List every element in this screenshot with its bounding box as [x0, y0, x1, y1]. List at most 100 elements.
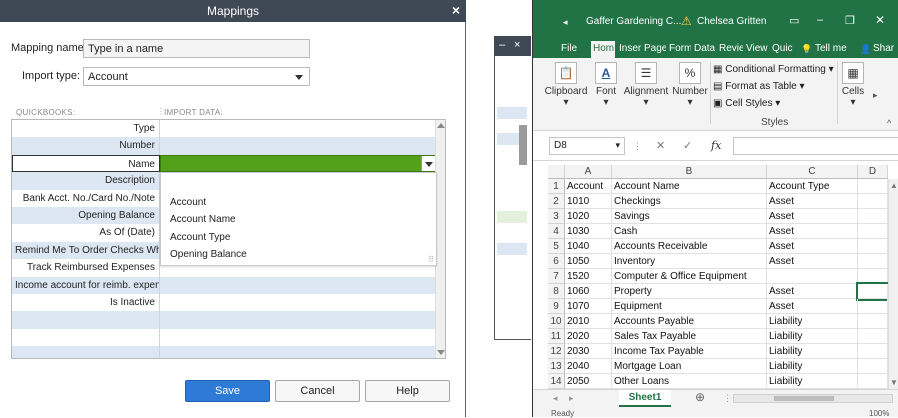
active-cell[interactable] — [856, 282, 890, 301]
mapping-row[interactable]: Income account for reimb. expen... — [12, 276, 436, 294]
import-cell[interactable] — [160, 346, 436, 358]
sheet-tab[interactable]: Sheet1 — [619, 390, 671, 407]
mapping-row[interactable]: Number — [12, 137, 436, 155]
row-header[interactable]: 4 — [548, 224, 565, 239]
mapping-row[interactable] — [12, 311, 436, 329]
import-cell[interactable] — [160, 277, 436, 294]
sheet-vertical-scrollbar[interactable]: ▲ ▼ — [888, 179, 898, 389]
row-header[interactable]: 6 — [548, 254, 565, 269]
tab-file[interactable]: File — [561, 41, 577, 58]
conditional-formatting-button[interactable]: ▦ Conditional Formatting ▾ — [713, 64, 834, 75]
minimize-icon[interactable]: – — [817, 14, 823, 26]
scroll-down-icon[interactable]: ▼ — [890, 378, 898, 387]
scroll-down-icon[interactable] — [437, 350, 445, 355]
import-cell-select[interactable] — [160, 154, 436, 173]
tab-data[interactable]: Data — [694, 41, 716, 58]
cancel-icon[interactable]: ✕ — [656, 139, 665, 152]
ribbon-display-icon[interactable]: ▭ — [789, 14, 799, 27]
function-icon[interactable]: fx — [711, 139, 721, 152]
sheet-cell[interactable]: Inventory — [612, 254, 767, 269]
tab-insert[interactable]: Inser — [619, 41, 641, 58]
sheet-cell[interactable] — [858, 179, 888, 194]
import-cell[interactable] — [160, 120, 436, 137]
sheet-cell[interactable]: 2050 — [565, 374, 612, 389]
sheet-cell[interactable]: Income Tax Payable — [612, 344, 767, 359]
sheet-cell[interactable]: Equipment — [612, 299, 767, 314]
row-header[interactable]: 1 — [548, 179, 565, 194]
tab-page-layout[interactable]: Page — [644, 41, 666, 58]
sheet-cell[interactable]: Savings — [612, 209, 767, 224]
font-group[interactable]: A Font ▾ — [591, 58, 621, 131]
close-icon[interactable]: × — [452, 2, 460, 18]
dropdown-option[interactable]: Account Type — [170, 232, 230, 243]
column-header[interactable]: A — [565, 165, 612, 179]
sheet-cell[interactable] — [858, 269, 888, 284]
sheet-cell[interactable]: 2010 — [565, 314, 612, 329]
sheet-cell[interactable] — [858, 299, 888, 314]
share-button[interactable]: Shar — [873, 41, 898, 58]
restore-icon[interactable]: ❐ — [845, 14, 855, 27]
row-header[interactable]: 12 — [548, 344, 565, 359]
sheet-cell[interactable]: 2020 — [565, 329, 612, 344]
sheet-cell[interactable] — [858, 224, 888, 239]
row-header[interactable]: 10 — [548, 314, 565, 329]
sheet-cell[interactable]: 1030 — [565, 224, 612, 239]
sheet-cell[interactable]: Asset — [767, 284, 858, 299]
row-header[interactable]: 3 — [548, 209, 565, 224]
formula-input[interactable] — [733, 137, 898, 155]
sheet-cell[interactable]: 1060 — [565, 284, 612, 299]
row-header[interactable]: 11 — [548, 329, 565, 344]
cell-styles-button[interactable]: ▣ Cell Styles ▾ — [713, 98, 780, 109]
sheet-cell[interactable]: Account Name — [612, 179, 767, 194]
sheet-cell[interactable]: 1020 — [565, 209, 612, 224]
sheet-cell[interactable]: Liability — [767, 359, 858, 374]
excel-titlebar[interactable]: ◂ Gaffer Gardening C... ⚠ Chelsea Gritte… — [533, 0, 898, 40]
sheet-cell[interactable]: Account Type — [767, 179, 858, 194]
sheet-cell[interactable]: Asset — [767, 194, 858, 209]
tab-home[interactable]: Hom — [591, 41, 615, 58]
row-header[interactable]: 8 — [548, 284, 565, 299]
sheet-cell[interactable]: 1010 — [565, 194, 612, 209]
tab-view[interactable]: View — [746, 41, 770, 58]
row-header[interactable]: 5 — [548, 239, 565, 254]
sheet-cell[interactable]: Accounts Payable — [612, 314, 767, 329]
dropdown-option[interactable]: Account — [170, 197, 206, 208]
enter-icon[interactable]: ✓ — [683, 139, 692, 152]
help-button[interactable]: Help — [365, 380, 450, 402]
row-header[interactable]: 14 — [548, 374, 565, 389]
clipboard-group[interactable]: 📋 Clipboard ▾ — [543, 58, 589, 131]
sheet-cell[interactable]: 1040 — [565, 239, 612, 254]
sheet-cell[interactable]: Asset — [767, 254, 858, 269]
column-header[interactable]: D — [858, 165, 888, 179]
sheet-cell[interactable]: Property — [612, 284, 767, 299]
save-button[interactable]: Save — [185, 380, 270, 402]
sheet-cell[interactable] — [858, 329, 888, 344]
row-header[interactable]: 7 — [548, 269, 565, 284]
sheet-cell[interactable]: Mortgage Loan — [612, 359, 767, 374]
sheet-cell[interactable] — [858, 194, 888, 209]
sheet-cell[interactable] — [858, 374, 888, 389]
tab-quickbooks[interactable]: Quic — [772, 41, 794, 58]
sheet-cell[interactable] — [858, 314, 888, 329]
dropdown-option[interactable]: Opening Balance — [170, 249, 247, 260]
cells-group[interactable]: ▦ Cells ▾ — [839, 58, 867, 131]
close-icon[interactable]: × — [514, 39, 520, 51]
import-type-select[interactable]: Account — [83, 67, 310, 86]
import-cell[interactable] — [160, 294, 436, 311]
mapping-row[interactable]: Is Inactive — [12, 294, 436, 312]
add-sheet-icon[interactable]: ⊕ — [695, 390, 705, 404]
sheet-cell[interactable] — [858, 239, 888, 254]
sheet-cell[interactable]: Computer & Office Equipment — [612, 269, 767, 284]
import-cell[interactable] — [160, 311, 436, 328]
sheet-cell[interactable]: Asset — [767, 239, 858, 254]
import-cell[interactable] — [160, 329, 436, 346]
dialog-titlebar[interactable]: Mappings × — [0, 0, 466, 22]
mapping-row[interactable] — [12, 328, 436, 347]
minimize-icon[interactable]: – — [499, 39, 505, 51]
sheet-horizontal-scrollbar[interactable] — [733, 394, 893, 403]
close-icon[interactable]: ✕ — [875, 13, 885, 27]
import-cell[interactable] — [160, 137, 436, 154]
row-header[interactable]: 9 — [548, 299, 565, 314]
sheet-cell[interactable] — [858, 344, 888, 359]
scroll-up-icon[interactable]: ▲ — [890, 181, 898, 190]
